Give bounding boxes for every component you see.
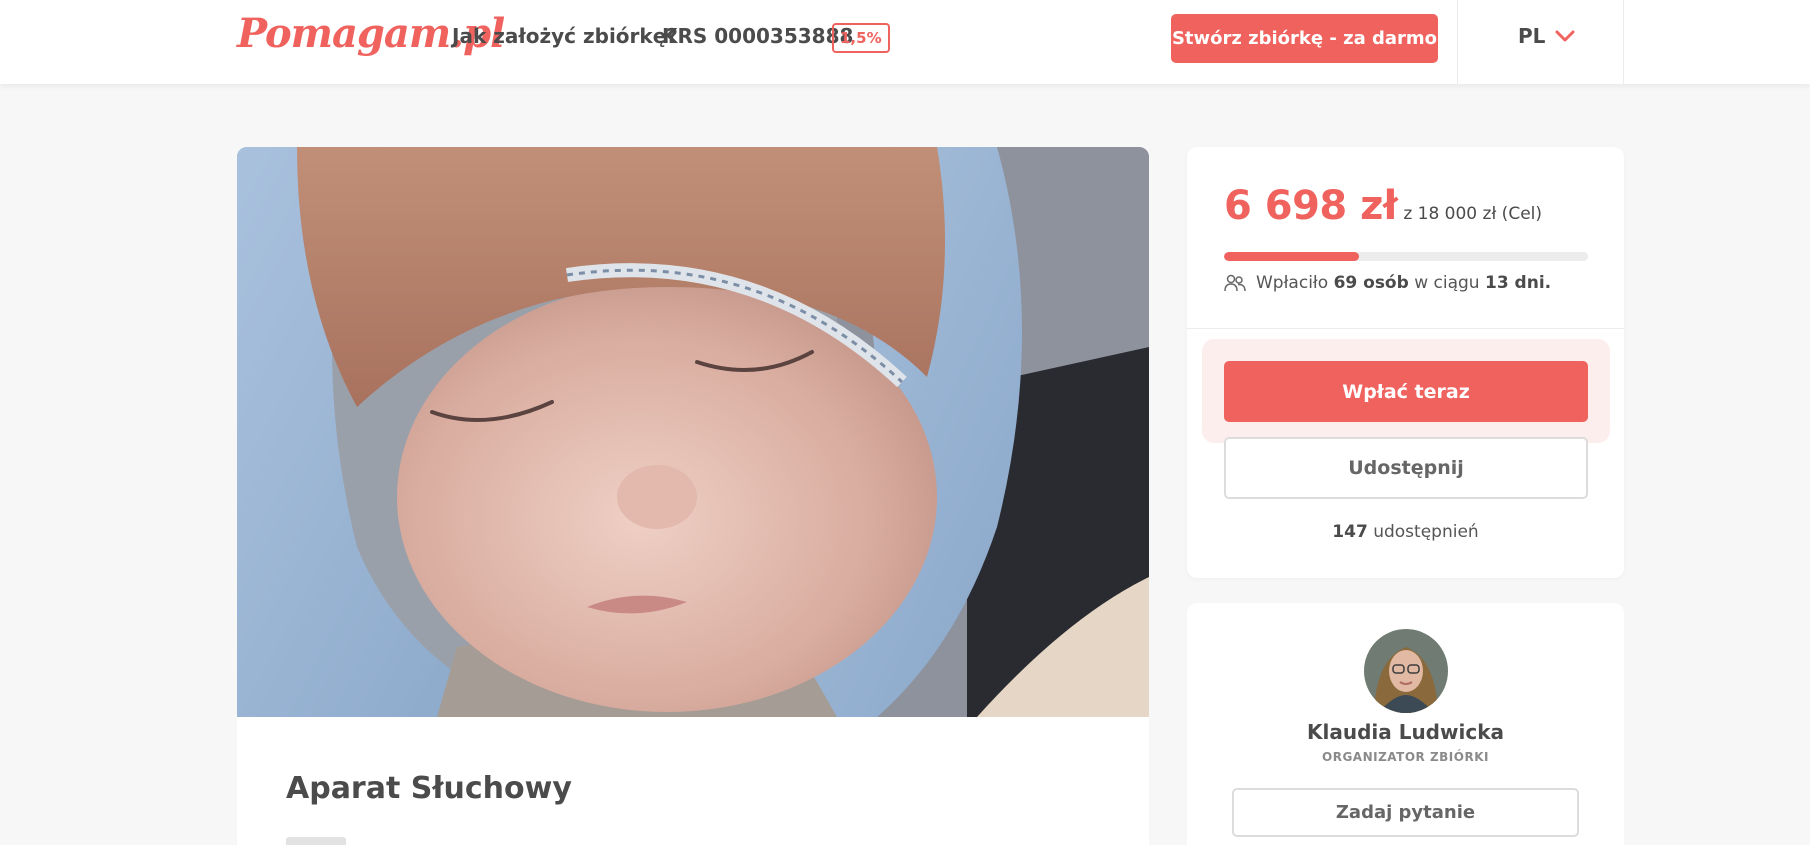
donation-card: 6 698 zł z 18 000 zł (Cel) Wpłaciło 69 o… [1187, 147, 1624, 578]
create-fundraiser-button[interactable]: Stwórz zbiórkę - za darmo [1171, 14, 1438, 63]
organizer-card: Klaudia Ludwicka ORGANIZATOR ZBIÓRKI Zad… [1187, 603, 1624, 845]
progress-bar [1224, 252, 1588, 261]
goal-amount: z 18 000 zł (Cel) [1403, 204, 1543, 224]
fundraiser-content: Aparat Słuchowy [237, 717, 1149, 845]
share-number: 147 [1332, 522, 1368, 542]
organizer-name: Klaudia Ludwicka [1306, 720, 1504, 744]
chevron-down-icon [1555, 30, 1575, 42]
amount-row: 6 698 zł z 18 000 zł (Cel) [1224, 183, 1542, 229]
within-text: w ciągu [1414, 273, 1480, 293]
fundraiser-photo [237, 147, 1149, 717]
how-to-start-link[interactable]: Jak założyć zbiórkę? [452, 24, 678, 48]
donate-now-button[interactable]: Wpłać teraz [1224, 361, 1588, 422]
description-text-start [286, 837, 346, 845]
language-label: PL [1518, 24, 1546, 48]
card-divider [1187, 328, 1624, 329]
header-divider [1457, 0, 1458, 84]
avatar[interactable] [1364, 629, 1448, 713]
language-selector[interactable]: PL [1518, 24, 1575, 48]
days-count: 13 dni. [1484, 273, 1552, 293]
shares-count: 147 udostępnień [1187, 522, 1624, 542]
fundraiser-title: Aparat Słuchowy [286, 771, 572, 806]
krs-percent-badge[interactable]: 1,5% [832, 23, 890, 53]
donors-stats: Wpłaciło 69 osób w ciągu 13 dni. [1224, 273, 1551, 293]
krs-link[interactable]: KRS 0000353888 [662, 24, 853, 48]
share-button[interactable]: Udostępnij [1224, 437, 1588, 499]
top-header: Pomagam.pl Jak założyć zbiórkę? KRS 0000… [0, 0, 1810, 84]
raised-amount: 6 698 zł [1224, 183, 1398, 229]
donor-count: 69 osób [1333, 273, 1409, 293]
organizer-role: ORGANIZATOR ZBIÓRKI [1322, 750, 1489, 764]
ask-question-button[interactable]: Zadaj pytanie [1232, 788, 1579, 837]
donors-text: Wpłaciło 69 osób w ciągu 13 dni. [1256, 273, 1551, 293]
header-divider [1623, 0, 1624, 84]
donated-prefix: Wpłaciło [1256, 273, 1329, 293]
share-suffix: udostępnień [1373, 522, 1479, 542]
progress-bar-fill [1224, 252, 1359, 261]
users-icon [1224, 274, 1246, 292]
